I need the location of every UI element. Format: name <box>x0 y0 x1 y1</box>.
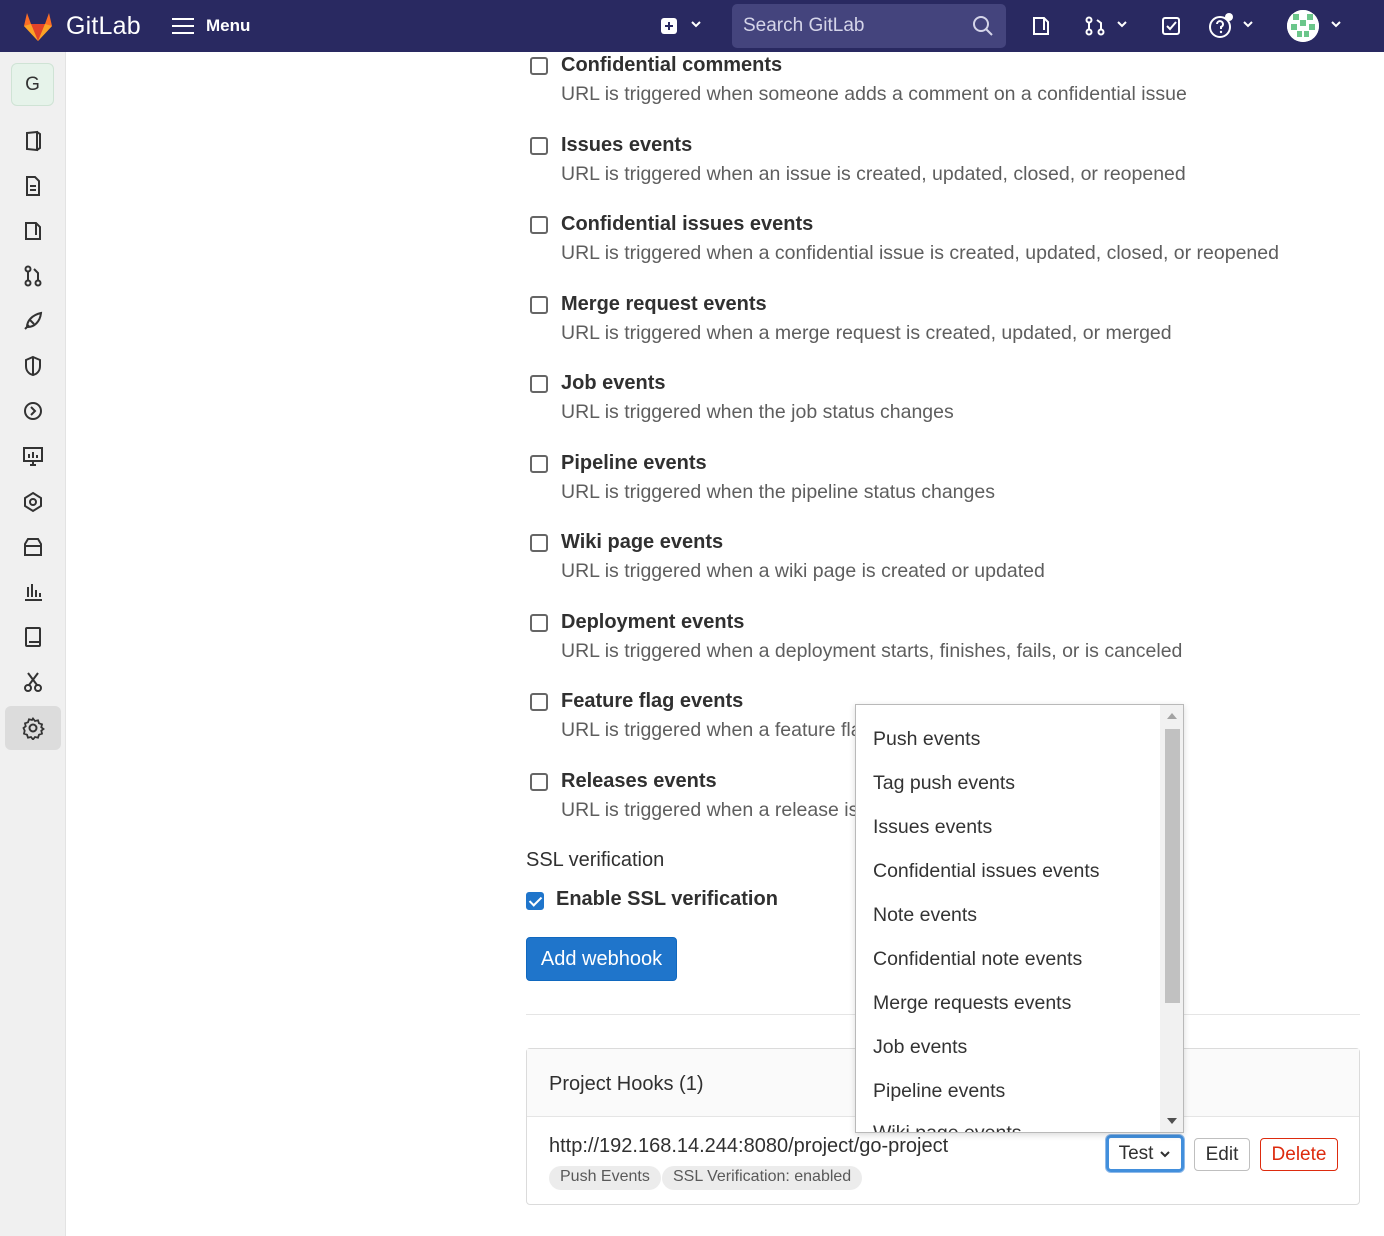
monitor-icon[interactable] <box>20 443 46 469</box>
event-checkbox[interactable] <box>530 773 548 791</box>
event-description: URL is triggered when the job status cha… <box>561 401 954 423</box>
create-new-icon[interactable] <box>656 13 682 39</box>
event-title: Pipeline events <box>561 452 707 474</box>
scrollbar-thumb[interactable] <box>1165 729 1180 1003</box>
chevron-down-icon[interactable] <box>1330 18 1342 30</box>
ssl-verification-label: Enable SSL verification <box>556 888 778 910</box>
event-description: URL is triggered when an issue is create… <box>561 163 1186 185</box>
dropdown-option-note-events[interactable]: Note events <box>873 904 977 927</box>
push-events-badge: Push Events <box>549 1166 661 1190</box>
event-title: Deployment events <box>561 611 745 633</box>
event-title: Releases events <box>561 770 717 792</box>
search-icon <box>973 16 993 36</box>
menu-button[interactable]: Menu <box>172 12 250 40</box>
event-title: Wiki page events <box>561 531 724 553</box>
chevron-down-icon[interactable] <box>1242 18 1254 30</box>
hook-url: http://192.168.14.244:8080/project/go-pr… <box>549 1135 949 1157</box>
todos-icon[interactable] <box>1158 13 1184 39</box>
merge-requests-icon[interactable] <box>20 263 46 289</box>
scroll-up-icon[interactable] <box>1167 713 1177 719</box>
event-checkbox[interactable] <box>530 693 548 711</box>
event-title: Confidential issues events <box>561 213 814 235</box>
event-description: URL is triggered when someone adds a com… <box>561 83 1187 105</box>
brand[interactable]: GitLab <box>20 8 141 44</box>
edit-hook-button[interactable]: Edit <box>1194 1138 1250 1171</box>
settings-icon[interactable] <box>5 706 61 750</box>
event-title: Merge request events <box>561 293 767 315</box>
dropdown-option-merge-requests-events[interactable]: Merge requests events <box>873 992 1071 1015</box>
project-avatar[interactable]: G <box>11 63 54 106</box>
infrastructure-icon[interactable] <box>20 489 46 515</box>
hamburger-icon <box>172 18 194 34</box>
event-checkbox[interactable] <box>530 296 548 314</box>
event-description: URL is triggered when a wiki page is cre… <box>561 560 1045 582</box>
snippets-icon[interactable] <box>20 669 46 695</box>
brand-name: GitLab <box>66 11 141 40</box>
help-icon[interactable] <box>1208 13 1234 39</box>
dropdown-scrollbar[interactable] <box>1160 705 1183 1132</box>
event-title: Confidential comments <box>561 54 783 76</box>
scroll-down-icon[interactable] <box>1167 1118 1177 1124</box>
event-title: Job events <box>561 372 666 394</box>
event-checkbox[interactable] <box>530 57 548 75</box>
search-input[interactable]: Search GitLab <box>732 4 1006 48</box>
event-description: URL is triggered when the pipeline statu… <box>561 481 995 503</box>
event-checkbox[interactable] <box>530 455 548 473</box>
chevron-down-icon[interactable] <box>690 18 702 30</box>
repository-icon[interactable] <box>20 173 46 199</box>
event-checkbox[interactable] <box>530 137 548 155</box>
ci-cd-icon[interactable] <box>20 308 46 334</box>
left-sidebar: G <box>0 52 66 1236</box>
test-hook-button[interactable]: Test <box>1106 1135 1184 1172</box>
dropdown-option-wiki-page-events[interactable]: Wiki page events <box>873 1122 1022 1132</box>
event-description: URL is triggered when a feature fla <box>561 719 862 741</box>
ssl-status-badge: SSL Verification: enabled <box>662 1166 863 1190</box>
user-avatar[interactable] <box>1287 10 1319 42</box>
issues-icon[interactable] <box>20 218 46 244</box>
delete-hook-button[interactable]: Delete <box>1260 1138 1338 1171</box>
event-title: Issues events <box>561 134 693 156</box>
event-description: URL is triggered when a deployment start… <box>561 640 1183 662</box>
gitlab-logo-icon <box>24 13 52 41</box>
search-placeholder: Search GitLab <box>743 15 865 36</box>
dropdown-option-push-events[interactable]: Push events <box>873 728 980 751</box>
dropdown-option-pipeline-events[interactable]: Pipeline events <box>873 1080 1005 1103</box>
packages-icon[interactable] <box>20 534 46 560</box>
chevron-down-icon <box>1160 1150 1171 1157</box>
main-content: Confidential comments URL is triggered w… <box>66 52 1384 1236</box>
event-description: URL is triggered when a confidential iss… <box>561 242 1279 264</box>
top-navbar: GitLab Menu Search GitLab <box>0 0 1384 52</box>
event-checkbox[interactable] <box>530 375 548 393</box>
dropdown-option-issues-events[interactable]: Issues events <box>873 816 992 839</box>
event-description: URL is triggered when a merge request is… <box>561 322 1172 344</box>
merge-requests-icon[interactable] <box>1082 13 1108 39</box>
test-label: Test <box>1118 1142 1154 1164</box>
add-webhook-button[interactable]: Add webhook <box>526 937 677 981</box>
test-event-dropdown[interactable]: Push events Tag push events Issues event… <box>855 704 1184 1133</box>
project-hooks-title: Project Hooks (1) <box>549 1073 704 1095</box>
event-title: Feature flag events <box>561 690 744 712</box>
security-icon[interactable] <box>20 353 46 379</box>
ssl-verification-heading: SSL verification <box>526 849 665 871</box>
dropdown-option-tag-push-events[interactable]: Tag push events <box>873 772 1015 795</box>
issues-icon[interactable] <box>1028 13 1054 39</box>
chevron-down-icon[interactable] <box>1116 18 1128 30</box>
menu-label: Menu <box>206 16 251 35</box>
event-checkbox[interactable] <box>530 534 548 552</box>
dropdown-option-job-events[interactable]: Job events <box>873 1036 967 1059</box>
dropdown-option-confidential-issues-events[interactable]: Confidential issues events <box>873 860 1100 883</box>
dropdown-option-confidential-note-events[interactable]: Confidential note events <box>873 948 1082 971</box>
event-checkbox[interactable] <box>530 614 548 632</box>
deployments-icon[interactable] <box>20 398 46 424</box>
project-overview-icon[interactable] <box>20 128 46 154</box>
analytics-icon[interactable] <box>20 579 46 605</box>
event-description: URL is triggered when a release is c <box>561 799 874 821</box>
wiki-icon[interactable] <box>20 624 46 650</box>
event-checkbox[interactable] <box>530 216 548 234</box>
ssl-verification-checkbox[interactable] <box>526 892 544 910</box>
